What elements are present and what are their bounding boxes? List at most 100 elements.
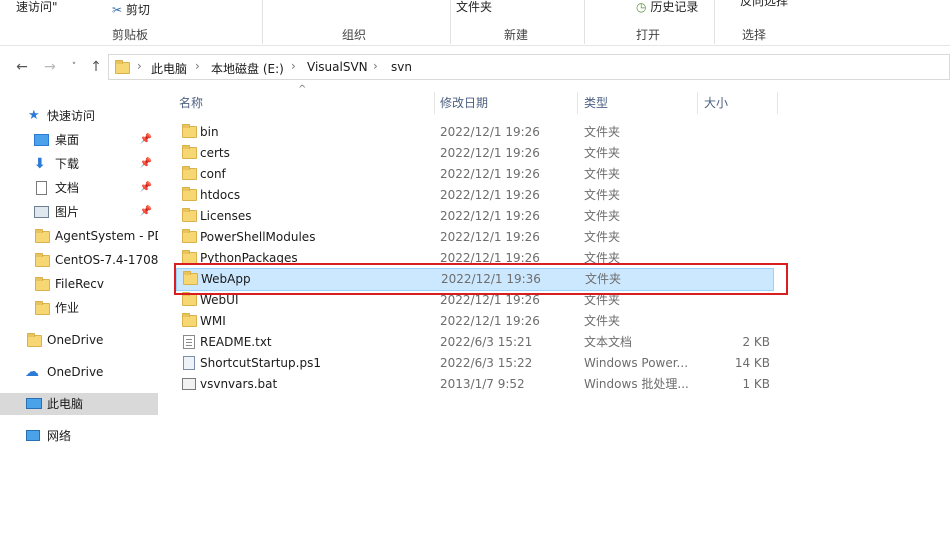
- folder-icon: [35, 253, 50, 267]
- breadcrumb-visualsvn[interactable]: VisualSVN: [307, 60, 368, 74]
- file-name: htdocs: [200, 188, 241, 202]
- file-row-vsvnvars[interactable]: vsvnvars.bat 2013/1/7 9:52 Windows 批处理..…: [176, 374, 774, 395]
- ribbon-divider: [262, 0, 263, 44]
- column-divider[interactable]: [777, 92, 778, 114]
- column-header-type[interactable]: 类型: [584, 92, 608, 114]
- breadcrumb-separator: ›: [137, 59, 142, 73]
- file-modified: 2022/12/1 19:26: [440, 125, 540, 139]
- file-name: bin: [200, 125, 219, 139]
- column-divider[interactable]: [697, 92, 698, 114]
- file-modified: 2022/12/1 19:26: [440, 146, 540, 160]
- nav-item-desktop[interactable]: 桌面 📌: [0, 129, 158, 151]
- nav-item-label: 网络: [47, 429, 72, 443]
- file-modified: 2022/12/1 19:26: [440, 167, 540, 181]
- folder-icon: [182, 229, 197, 243]
- address-bar[interactable]: › 此电脑 › 本地磁盘 (E:) › VisualSVN › svn: [108, 54, 950, 80]
- file-row-bin[interactable]: bin 2022/12/1 19:26 文件夹: [176, 122, 774, 143]
- file-row-htdocs[interactable]: htdocs 2022/12/1 19:26 文件夹: [176, 185, 774, 206]
- nav-item-documents[interactable]: 文档 📌: [0, 177, 158, 199]
- file-modified: 2013/1/7 9:52: [440, 377, 525, 391]
- breadcrumb-local-disk-e[interactable]: 本地磁盘 (E:): [211, 60, 284, 77]
- network-icon: [26, 430, 40, 441]
- file-row-wmi[interactable]: WMI 2022/12/1 19:26 文件夹: [176, 311, 774, 332]
- nav-item-label: 作业: [55, 301, 80, 315]
- file-name: Licenses: [200, 209, 252, 223]
- powershell-script-icon: [183, 356, 195, 370]
- nav-item-quick-access[interactable]: ★ 快速访问: [0, 105, 158, 127]
- document-icon: [36, 181, 47, 195]
- column-divider[interactable]: [577, 92, 578, 114]
- nav-item-label: 此电脑: [47, 397, 84, 411]
- nav-item-onedrive-folder[interactable]: OneDrive: [0, 329, 158, 351]
- breadcrumb-separator: ›: [195, 59, 200, 73]
- file-type: Windows Power...: [584, 356, 689, 370]
- breadcrumb-svn[interactable]: svn: [391, 60, 412, 74]
- nav-item-label: 图片: [55, 205, 80, 219]
- file-type: 文件夹: [584, 209, 621, 223]
- back-arrow-icon[interactable]: ←: [12, 56, 32, 78]
- breadcrumb-separator: ›: [373, 59, 378, 73]
- cloud-icon: ☁: [25, 364, 39, 380]
- file-modified: 2022/6/3 15:22: [440, 356, 533, 370]
- pin-icon[interactable]: 📌: [140, 129, 152, 151]
- breadcrumb-this-pc[interactable]: 此电脑: [151, 60, 187, 77]
- ribbon-group-open: 打开: [636, 28, 661, 42]
- forward-arrow-icon[interactable]: →: [40, 56, 60, 78]
- desktop-icon: [34, 134, 49, 146]
- column-header-modified[interactable]: 修改日期: [440, 92, 488, 114]
- star-icon: ★: [28, 108, 40, 123]
- ribbon-new-folder-button[interactable]: 文件夹: [456, 0, 492, 15]
- file-name: vsvnvars.bat: [200, 377, 278, 391]
- folder-icon: [35, 229, 50, 243]
- folder-icon: [182, 208, 197, 222]
- file-row-licenses[interactable]: Licenses 2022/12/1 19:26 文件夹: [176, 206, 774, 227]
- nav-item-network[interactable]: 网络: [0, 425, 158, 447]
- folder-icon: [182, 313, 197, 327]
- file-size: 14 KB: [734, 356, 770, 370]
- pin-icon[interactable]: 📌: [140, 201, 152, 223]
- column-divider[interactable]: [434, 92, 435, 114]
- file-row-certs[interactable]: certs 2022/12/1 19:26 文件夹: [176, 143, 774, 164]
- ribbon-group-new: 新建: [504, 28, 529, 42]
- file-row-conf[interactable]: conf 2022/12/1 19:26 文件夹: [176, 164, 774, 185]
- red-annotation-box: [174, 263, 788, 295]
- pin-icon[interactable]: 📌: [140, 177, 152, 199]
- file-modified: 2022/6/3 15:21: [440, 335, 533, 349]
- recent-locations-chevron-icon[interactable]: ˅: [64, 56, 84, 78]
- nav-item-centos[interactable]: CentOS-7.4-1708: [0, 249, 158, 271]
- history-icon: ◷: [636, 0, 647, 14]
- nav-item-onedrive[interactable]: ☁ OneDrive: [0, 361, 158, 383]
- sort-ascending-caret-icon: ^: [298, 84, 307, 95]
- ribbon-divider: [450, 0, 451, 44]
- column-header-name[interactable]: 名称: [179, 92, 203, 114]
- nav-item-label: FileRecv: [55, 277, 104, 291]
- pin-icon[interactable]: 📌: [140, 153, 152, 175]
- ribbon-invert-selection-button[interactable]: 反向选择: [740, 0, 788, 9]
- column-header-size[interactable]: 大小: [704, 92, 728, 114]
- nav-item-pictures[interactable]: 图片 📌: [0, 201, 158, 223]
- file-type: 文件夹: [584, 314, 621, 328]
- folder-icon: [182, 292, 197, 306]
- file-row-powershellmodules[interactable]: PowerShellModules 2022/12/1 19:26 文件夹: [176, 227, 774, 248]
- nav-item-homework[interactable]: 作业: [0, 297, 158, 319]
- ribbon-quick-access-label[interactable]: 速访问": [16, 0, 58, 15]
- folder-icon: [182, 124, 197, 138]
- download-arrow-icon: ⬇: [34, 156, 46, 172]
- ribbon-history-button[interactable]: ◷ 历史记录: [636, 0, 698, 15]
- ribbon: 速访问" ✂ 剪切 文件夹 ◷ 历史记录 反向选择 剪贴板 组织 新建 打开 选…: [0, 0, 950, 46]
- nav-item-this-pc[interactable]: 此电脑: [0, 393, 158, 415]
- picture-icon: [34, 206, 49, 218]
- ribbon-group-clipboard: 剪贴板: [112, 28, 149, 42]
- folder-icon: [35, 301, 50, 315]
- ribbon-cut-button[interactable]: ✂ 剪切: [112, 1, 150, 18]
- file-row-readme[interactable]: README.txt 2022/6/3 15:21 文本文档 2 KB: [176, 332, 774, 353]
- nav-item-label: CentOS-7.4-1708: [55, 253, 158, 267]
- nav-item-agentsystem[interactable]: AgentSystem - PD: [0, 225, 158, 247]
- nav-item-filerecv[interactable]: FileRecv: [0, 273, 158, 295]
- up-arrow-icon[interactable]: ↑: [86, 56, 106, 78]
- file-row-shortcutstartup[interactable]: ShortcutStartup.ps1 2022/6/3 15:22 Windo…: [176, 353, 774, 374]
- ribbon-cut-label: 剪切: [125, 3, 150, 17]
- nav-item-downloads[interactable]: ⬇ 下载 📌: [0, 153, 158, 175]
- file-modified: 2022/12/1 19:26: [440, 188, 540, 202]
- file-type: 文件夹: [584, 188, 621, 202]
